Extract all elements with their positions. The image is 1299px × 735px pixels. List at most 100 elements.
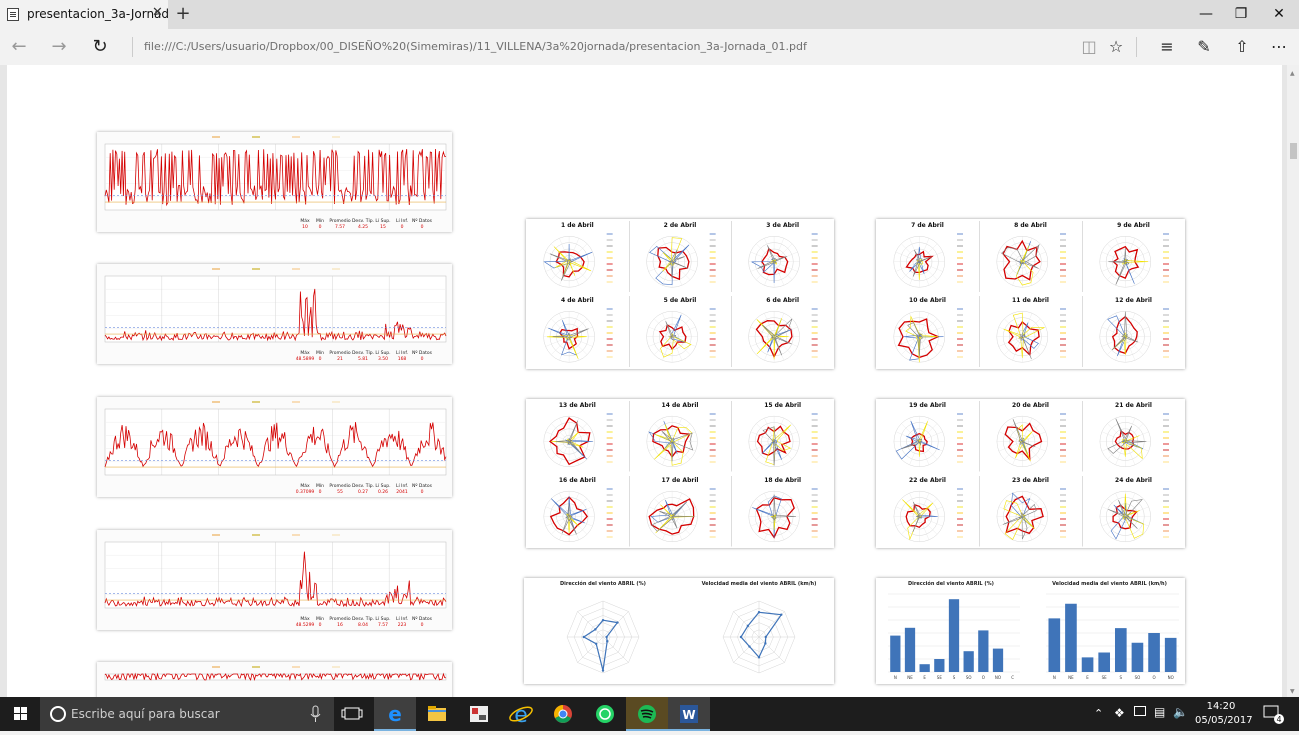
scroll-down-icon[interactable]: ▼: [1290, 688, 1295, 695]
refresh-icon[interactable]: ↻: [87, 35, 113, 59]
web-note-icon[interactable]: ✎: [1191, 35, 1217, 59]
chrome-icon[interactable]: [542, 697, 584, 731]
timeseries-svg: Máx Mín Promedio Desv. Típ. Lí Sup. Lí Inf. Nº…: [104, 268, 447, 362]
wind-rose-svg: [628, 221, 716, 292]
stat-label: Lí Sup.: [375, 217, 390, 224]
bar: [948, 599, 960, 672]
bar: [1098, 652, 1111, 672]
scrollbar-thumb[interactable]: [1290, 143, 1297, 159]
edge-browser-icon[interactable]: e: [374, 697, 416, 731]
title-bar: presentacion_3a-Jornad ✕ + — ❐ ✕: [0, 0, 1299, 29]
dropbox-icon[interactable]: ❖: [1114, 706, 1125, 720]
scroll-up-icon[interactable]: ▲: [1290, 70, 1295, 77]
system-clock[interactable]: 14:20 05/05/2017: [1195, 700, 1253, 728]
stat-value: 48.5299: [296, 622, 315, 628]
stat-label: Promedio: [329, 350, 350, 356]
radar-point: [616, 621, 619, 624]
stat-label: Lí Sup.: [375, 615, 390, 622]
category-label: SE: [1102, 675, 1108, 680]
wind-rose-svg: [893, 308, 963, 363]
volume-icon[interactable]: 🔈: [1173, 705, 1188, 719]
bar: [1148, 633, 1160, 672]
bar: [978, 630, 989, 672]
category-label: SO: [966, 675, 972, 680]
navigation-bar: ← → ↻ file:///C:/Users/usuario/Dropbox/0…: [0, 29, 1299, 65]
battery-icon[interactable]: [1134, 706, 1146, 716]
action-center-icon[interactable]: 4: [1263, 705, 1284, 724]
stat-value: 0: [421, 224, 424, 230]
stat-value: 4.25: [358, 224, 368, 230]
svg-text:W: W: [682, 708, 695, 722]
show-hidden-icons-icon[interactable]: ⌃: [1094, 707, 1103, 720]
wind-rose-svg: [628, 296, 716, 367]
forward-icon[interactable]: →: [46, 35, 72, 59]
vertical-scrollbar[interactable]: [1287, 65, 1299, 697]
stat-value: 0.37099: [296, 489, 315, 495]
spotify-icon[interactable]: [626, 697, 668, 731]
stat-value: 8.04: [358, 622, 368, 628]
rose-spoke: [569, 497, 588, 517]
stat-value: 55: [337, 489, 343, 495]
stat-value: 0.27: [358, 489, 368, 495]
tab-title: presentacion_3a-Jornad: [27, 7, 170, 21]
rose-series: [765, 424, 792, 466]
photos-app-icon[interactable]: [458, 697, 500, 731]
close-window-button[interactable]: ✕: [1256, 0, 1299, 29]
stat-label: Máx: [300, 217, 310, 224]
stat-value: 48.5899: [296, 356, 315, 362]
address-bar[interactable]: file:///C:/Users/usuario/Dropbox/00_DISE…: [144, 40, 807, 53]
back-icon[interactable]: ←: [6, 35, 32, 59]
share-icon[interactable]: ⇧: [1229, 35, 1255, 59]
wind-rose-chart: 23 de Abril: [979, 474, 1082, 549]
stat-label: Lí Inf.: [396, 615, 408, 622]
network-icon[interactable]: ▤: [1154, 705, 1165, 719]
stat-value: 21: [337, 356, 343, 362]
more-icon[interactable]: ⋯: [1266, 35, 1292, 59]
rose-spoke: [653, 318, 672, 337]
category-label: C: [1011, 675, 1014, 680]
stat-value: 168: [398, 356, 407, 362]
close-tab-button[interactable]: ✕: [152, 5, 163, 20]
wind-rose-svg: [731, 475, 818, 546]
pdf-viewer[interactable]: Máx Mín Promedio Desv. Típ. Lí Sup. Lí Inf. Nº…: [0, 65, 1299, 697]
wind-rose-panel: 13 de Abril 14 de Abril 15 de Abril 16 de A…: [526, 399, 834, 548]
bar: [992, 648, 1004, 672]
bar: [890, 635, 901, 672]
whatsapp-icon[interactable]: [584, 697, 626, 731]
internet-explorer-icon[interactable]: e: [500, 697, 542, 731]
wind-rose-svg: [1082, 221, 1169, 292]
wind-rose-svg: [979, 475, 1066, 546]
new-tab-button[interactable]: +: [173, 2, 193, 26]
wind-rose-chart: 17 de Abril: [628, 474, 732, 549]
wind-rose-chart: 6 de Abril: [731, 294, 834, 369]
timeseries-chart: Máx Mín Promedio Desv. Típ. Lí Sup. Lí Inf. Nº…: [97, 264, 452, 364]
file-explorer-icon[interactable]: [416, 697, 458, 731]
bar: [1065, 603, 1077, 672]
clock-time: 14:20: [1206, 701, 1236, 712]
favorite-star-icon[interactable]: ☆: [1103, 35, 1129, 59]
reading-view-icon[interactable]: ◫: [1076, 35, 1102, 59]
taskbar-search[interactable]: Escribe aquí para buscar: [40, 697, 334, 731]
wind-rose-chart: 1 de Abril: [526, 219, 629, 294]
hub-icon[interactable]: ≡: [1154, 35, 1180, 59]
task-view-icon[interactable]: [331, 697, 373, 731]
wind-rose-chart: 7 de Abril: [876, 219, 979, 294]
timeseries-svg: [104, 666, 447, 681]
radar-point: [764, 635, 767, 639]
timeseries-chart: Máx Mín Promedio Desv. Típ. Lí Sup. Lí Inf. Nº…: [97, 132, 452, 232]
stat-label: Mín: [316, 349, 324, 356]
stat-label: Promedio: [329, 616, 350, 622]
radar-point: [601, 669, 605, 672]
browser-tab[interactable]: presentacion_3a-Jornad ✕: [0, 0, 170, 29]
rose-spoke: [1004, 318, 1023, 337]
microphone-icon[interactable]: [308, 697, 324, 731]
stat-value: 0: [319, 224, 322, 230]
stat-label: Máx: [300, 615, 310, 622]
pdf-page: Máx Mín Promedio Desv. Típ. Lí Sup. Lí Inf. Nº…: [7, 65, 1282, 697]
category-label: NO: [1168, 675, 1174, 680]
word-icon[interactable]: W: [668, 697, 710, 731]
start-windows-icon[interactable]: [0, 697, 42, 731]
wind-rose-chart: 8 de Abril: [979, 219, 1082, 294]
wind-rose-svg: [628, 475, 716, 546]
stat-value: 223: [398, 622, 407, 628]
